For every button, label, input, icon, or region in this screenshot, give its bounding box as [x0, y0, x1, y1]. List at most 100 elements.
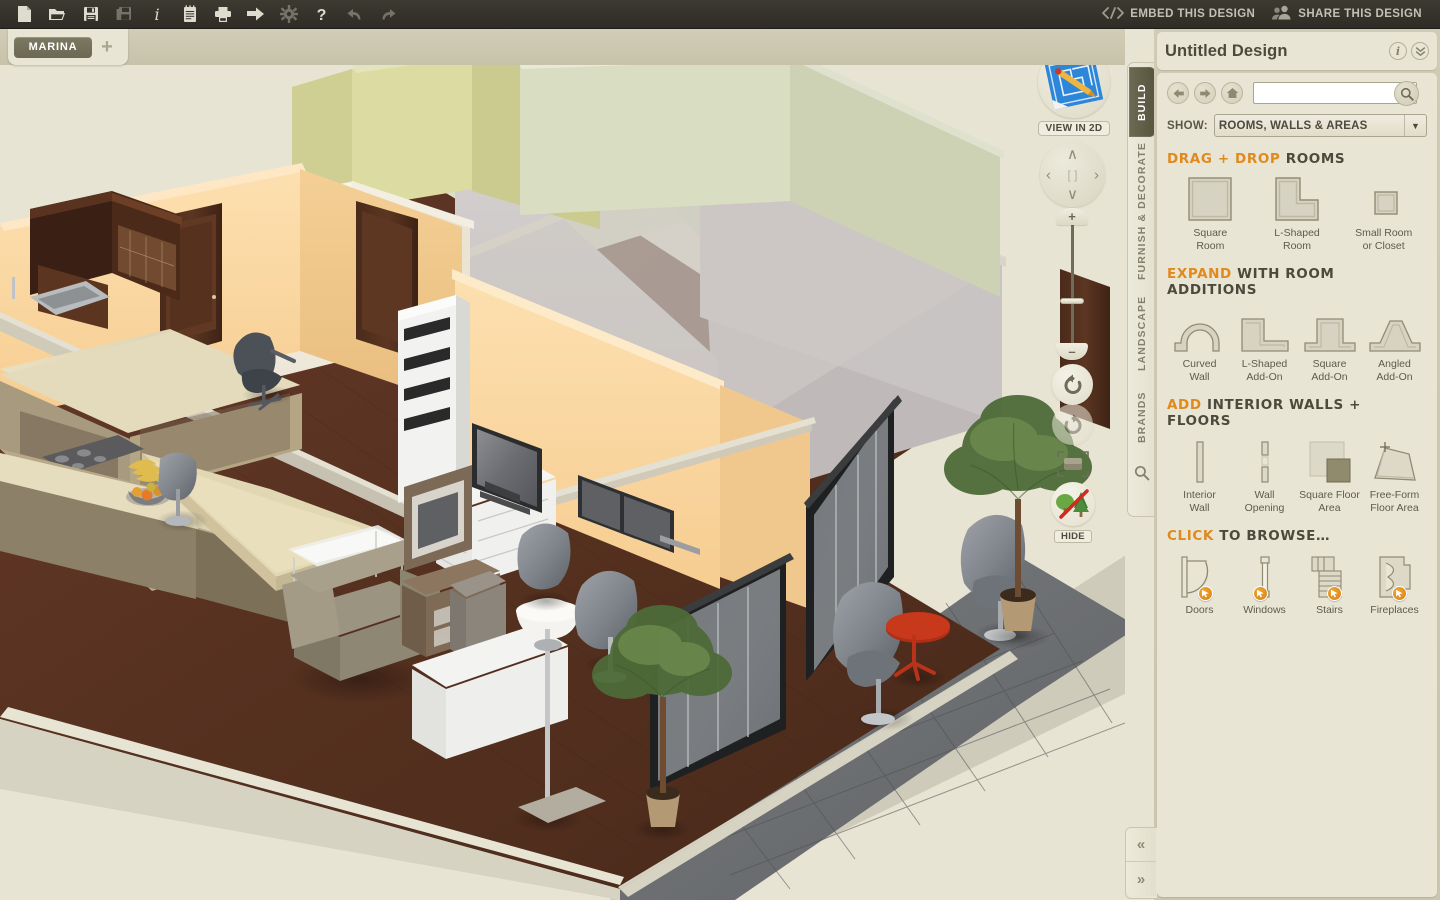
- walls-item-list: Interior Wall Wall Opening Square Floor Are…: [1167, 436, 1427, 514]
- item-label-square-room: Square Room: [1193, 227, 1228, 252]
- interior-wall-icon: [1190, 436, 1210, 484]
- stairs-browse-badge[interactable]: [1326, 586, 1342, 601]
- l-shaped-room-icon: [1274, 174, 1320, 222]
- rotate-right-button[interactable]: [1052, 404, 1093, 445]
- print-icon[interactable]: [206, 1, 239, 28]
- item-fireplaces[interactable]: Fireplaces: [1362, 551, 1427, 617]
- save-icon[interactable]: [74, 1, 107, 28]
- item-l-shaped-room[interactable]: L-Shaped Room: [1254, 174, 1341, 252]
- pan-up-button[interactable]: ∧: [1067, 147, 1078, 162]
- item-wall-opening[interactable]: Wall Opening: [1232, 436, 1297, 514]
- chevron-double-down-icon: [1415, 46, 1425, 56]
- undo-icon[interactable]: [338, 1, 371, 28]
- free-form-floor-area-icon: [1371, 436, 1419, 484]
- item-label-square-floor-area: Square Floor Area: [1299, 489, 1360, 514]
- item-label-free-form-floor-area: Free-Form Floor Area: [1369, 489, 1420, 514]
- section-title-additions-hi: EXPAND: [1167, 266, 1232, 282]
- zoom-slider[interactable]: + –: [1056, 208, 1088, 360]
- show-select[interactable]: ROOMS, WALLS & AREAS ▼: [1213, 114, 1427, 137]
- fireplaces-browse-badge[interactable]: [1391, 586, 1407, 601]
- collapse-right-button[interactable]: »: [1126, 862, 1156, 896]
- collapse-left-button[interactable]: «: [1126, 828, 1156, 862]
- panel-info-icon[interactable]: i: [1389, 42, 1407, 60]
- save-as-icon[interactable]: [107, 1, 140, 28]
- export-icon[interactable]: [239, 1, 272, 28]
- panel-search-box[interactable]: [1253, 81, 1419, 106]
- item-square-add-on[interactable]: Square Add-On: [1297, 305, 1362, 383]
- embed-design-link[interactable]: EMBED THIS DESIGN: [1098, 6, 1259, 22]
- screenshot-button[interactable]: [1056, 450, 1090, 478]
- windows-browse-badge[interactable]: [1252, 586, 1268, 601]
- panel-collapse-icon[interactable]: [1411, 42, 1429, 60]
- notes-icon[interactable]: [173, 1, 206, 28]
- info-icon[interactable]: i: [140, 1, 173, 28]
- item-label-wall-opening: Wall Opening: [1244, 489, 1285, 514]
- item-free-form-floor-area[interactable]: Free-Form Floor Area: [1362, 436, 1427, 514]
- new-document-icon[interactable]: [8, 1, 41, 28]
- item-square-room[interactable]: Square Room: [1167, 174, 1254, 252]
- item-angled-add-on[interactable]: Angled Add-On: [1362, 305, 1427, 383]
- item-l-shaped-add-on[interactable]: L-Shaped Add-On: [1232, 305, 1297, 383]
- rail-tab-landscape[interactable]: LANDSCAPE: [1129, 285, 1155, 381]
- recenter-button[interactable]: [ ]: [1067, 169, 1077, 181]
- item-curved-wall[interactable]: Curved Wall: [1167, 305, 1232, 383]
- item-square-floor-area[interactable]: Square Floor Area: [1297, 436, 1362, 514]
- toolbar-right-links: EMBED THIS DESIGN SHARE THIS DESIGN: [1098, 5, 1440, 23]
- item-stairs[interactable]: Stairs: [1297, 551, 1362, 617]
- item-small-room-or-closet[interactable]: Small Room or Closet: [1340, 174, 1427, 252]
- item-interior-wall[interactable]: Interior Wall: [1167, 436, 1232, 514]
- design-canvas-3d[interactable]: [0, 29, 1125, 900]
- rail-tab-furnish-decorate[interactable]: FURNISH & DECORATE: [1129, 137, 1155, 285]
- panel-search-input[interactable]: [1254, 83, 1394, 103]
- doors-browse-badge[interactable]: [1197, 586, 1213, 601]
- stairs-icon: [1309, 551, 1351, 601]
- zoom-in-button[interactable]: +: [1056, 208, 1088, 225]
- item-doors[interactable]: Doors: [1167, 551, 1232, 617]
- nav-forward-button[interactable]: [1194, 82, 1216, 104]
- section-title-browse: CLICK TO BROWSE…: [1167, 528, 1427, 544]
- nav-back-button[interactable]: [1167, 82, 1189, 104]
- section-title-additions: EXPAND WITH ROOM ADDITIONS: [1167, 266, 1427, 298]
- item-label-angled-add-on: Angled Add-On: [1376, 358, 1413, 383]
- rail-tab-brands[interactable]: BRANDS: [1129, 381, 1155, 453]
- settings-gear-icon[interactable]: [272, 1, 305, 28]
- pan-down-button[interactable]: ∨: [1067, 187, 1078, 202]
- pan-dpad-control[interactable]: ∧ ∨ ‹ › [ ]: [1040, 142, 1105, 207]
- code-brackets-icon: [1102, 6, 1125, 22]
- zoom-slider-track[interactable]: [1071, 222, 1074, 346]
- share-design-link[interactable]: SHARE THIS DESIGN: [1268, 5, 1426, 23]
- tab-panel: MARINA +: [8, 29, 128, 65]
- right-panel: Untitled Design i SHOW: ROOMS, WALLS & A…: [1154, 29, 1440, 900]
- rail-search-icon[interactable]: [1129, 459, 1155, 487]
- nav-home-button[interactable]: [1221, 82, 1243, 104]
- panel-nav-row: [1157, 73, 1437, 106]
- section-title-walls-hi: ADD: [1167, 397, 1202, 413]
- rail-tab-build[interactable]: BUILD: [1128, 67, 1155, 137]
- open-folder-icon[interactable]: [41, 1, 74, 28]
- rotate-ccw-icon: [1063, 374, 1081, 394]
- view-in-2d-label[interactable]: VIEW IN 2D: [1037, 121, 1111, 136]
- small-room-icon: [1361, 174, 1407, 222]
- item-windows[interactable]: Windows: [1232, 551, 1297, 617]
- panel-header-icons: i: [1389, 42, 1429, 60]
- redo-icon[interactable]: [371, 1, 404, 28]
- chevron-down-icon[interactable]: ▼: [1404, 115, 1426, 136]
- add-tab-button[interactable]: +: [94, 35, 120, 59]
- share-design-label: SHARE THIS DESIGN: [1298, 8, 1422, 20]
- zoom-slider-thumb[interactable]: [1060, 298, 1084, 304]
- rotate-left-button[interactable]: [1052, 364, 1093, 405]
- hide-plants-control[interactable]: HIDE: [1048, 482, 1098, 544]
- hide-label[interactable]: HIDE: [1054, 530, 1092, 543]
- design-title: Untitled Design: [1165, 41, 1288, 60]
- pan-right-button[interactable]: ›: [1094, 167, 1099, 182]
- help-icon[interactable]: ?: [305, 1, 338, 28]
- mode-rail: BUILD FURNISH & DECORATE LANDSCAPE BRAND…: [1127, 62, 1155, 517]
- square-floor-area-icon: [1308, 436, 1352, 484]
- document-tab-marina[interactable]: MARINA: [14, 36, 92, 58]
- hide-trees-icon[interactable]: [1051, 482, 1095, 526]
- pan-left-button[interactable]: ‹: [1046, 167, 1051, 182]
- zoom-out-button[interactable]: –: [1056, 343, 1088, 360]
- angled-add-on-icon: [1368, 305, 1422, 353]
- section-title-rooms-rest: ROOMS: [1285, 151, 1346, 167]
- panel-search-button[interactable]: [1394, 81, 1419, 106]
